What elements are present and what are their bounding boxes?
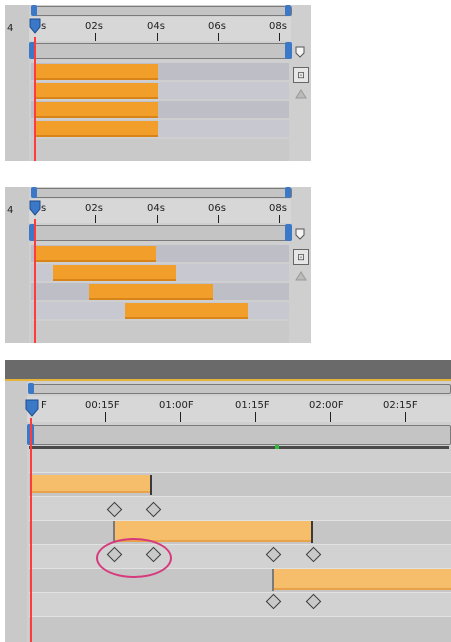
ruler-label-1: 00:15F <box>85 400 120 411</box>
playhead-line <box>34 37 36 161</box>
layer-bar-3[interactable] <box>34 102 158 118</box>
header-accent-line <box>5 379 451 381</box>
playhead-line <box>30 418 32 642</box>
green-marker <box>275 445 279 449</box>
ruler-tick <box>279 215 280 223</box>
work-area-bar[interactable] <box>29 384 451 394</box>
highlight-ellipse <box>96 538 172 578</box>
layer-bar-2[interactable] <box>53 265 176 281</box>
work-area-start-handle[interactable] <box>31 187 37 198</box>
navigator-end-handle[interactable] <box>285 42 292 59</box>
composition-separator <box>29 446 449 449</box>
left-glyph: 4 <box>7 23 14 34</box>
current-time-indicator-icon[interactable] <box>28 199 42 219</box>
lock-icon[interactable] <box>295 269 307 281</box>
layer-bar-3-start <box>272 569 274 591</box>
property-lane-3 <box>29 592 451 617</box>
timeline-panel-1: 4 s 02s 04s 06s 08s ⊡ <box>5 5 311 161</box>
ruler-tick <box>105 412 106 422</box>
layer-bar-4[interactable] <box>125 303 248 319</box>
lower-empty-area <box>31 321 289 343</box>
layer-bar-1[interactable] <box>34 64 158 80</box>
ruler-tick <box>279 33 280 41</box>
ruler-tick <box>95 215 96 223</box>
ruler-label-1: 02s <box>85 203 103 214</box>
layer-bar-1-end <box>150 475 152 495</box>
ruler-label-1: 02s <box>85 21 103 32</box>
left-edge-strip <box>5 381 27 642</box>
lower-empty-area <box>31 139 289 161</box>
ruler-label-0: F <box>41 400 47 411</box>
layer-bar-1[interactable] <box>31 475 151 493</box>
ruler-tick <box>405 412 406 422</box>
marker-icon[interactable] <box>295 227 305 240</box>
bottom-lane <box>29 616 451 642</box>
ruler-label-2: 04s <box>147 203 165 214</box>
layer-bar-1[interactable] <box>34 246 156 262</box>
work-area-bar[interactable] <box>32 188 292 198</box>
timeline-panel-2: 4 s 02s 04s 06s 08s ⊡ <box>5 187 311 343</box>
work-area-end-handle[interactable] <box>285 187 291 198</box>
ruler-tick <box>157 33 158 41</box>
lock-icon[interactable] <box>295 87 307 99</box>
ruler-label-3: 01:15F <box>235 400 270 411</box>
property-lane-1 <box>29 496 451 521</box>
layer-bar-2-end <box>311 521 313 543</box>
ruler-label-2: 04s <box>147 21 165 32</box>
ruler-label-4: 02:00F <box>309 400 344 411</box>
ruler-tick <box>218 215 219 223</box>
ruler-label-3: 06s <box>208 21 226 32</box>
layer-bar-4[interactable] <box>34 121 158 137</box>
timeline-panel-3: F 00:15F 01:00F 01:15F 02:00F 02:15F <box>5 360 451 642</box>
navigator-end-handle[interactable] <box>285 224 292 241</box>
ruler-tick <box>157 215 158 223</box>
comp-icon[interactable]: ⊡ <box>293 249 309 265</box>
work-area-start-handle[interactable] <box>31 5 37 16</box>
property-lane-2 <box>29 544 451 569</box>
playhead-line <box>34 219 36 343</box>
ruler-tick <box>255 412 256 422</box>
ruler-label-4: 08s <box>269 21 287 32</box>
layer-bar-3[interactable] <box>89 284 213 300</box>
work-area-end-handle[interactable] <box>285 5 291 16</box>
current-time-indicator-icon[interactable] <box>24 398 40 420</box>
ruler-label-5: 02:15F <box>383 400 418 411</box>
ruler-tick <box>330 412 331 422</box>
time-navigator[interactable] <box>31 43 292 59</box>
work-area-start-handle[interactable] <box>28 383 34 394</box>
time-navigator[interactable] <box>31 225 292 241</box>
time-navigator[interactable] <box>29 425 451 445</box>
ruler-tick <box>218 33 219 41</box>
panel-header <box>5 360 451 380</box>
work-area-bar[interactable] <box>32 6 292 16</box>
layer-bar-2[interactable] <box>34 83 158 99</box>
ruler-label-2: 01:00F <box>159 400 194 411</box>
layer-bar-3[interactable] <box>273 569 451 590</box>
ruler-tick <box>95 33 96 41</box>
ruler-tick <box>180 412 181 422</box>
comp-icon[interactable]: ⊡ <box>293 67 309 83</box>
marker-icon[interactable] <box>295 45 305 58</box>
current-time-indicator-icon[interactable] <box>28 17 42 37</box>
ruler-label-3: 06s <box>208 203 226 214</box>
left-glyph: 4 <box>7 205 14 216</box>
ruler-label-4: 08s <box>269 203 287 214</box>
